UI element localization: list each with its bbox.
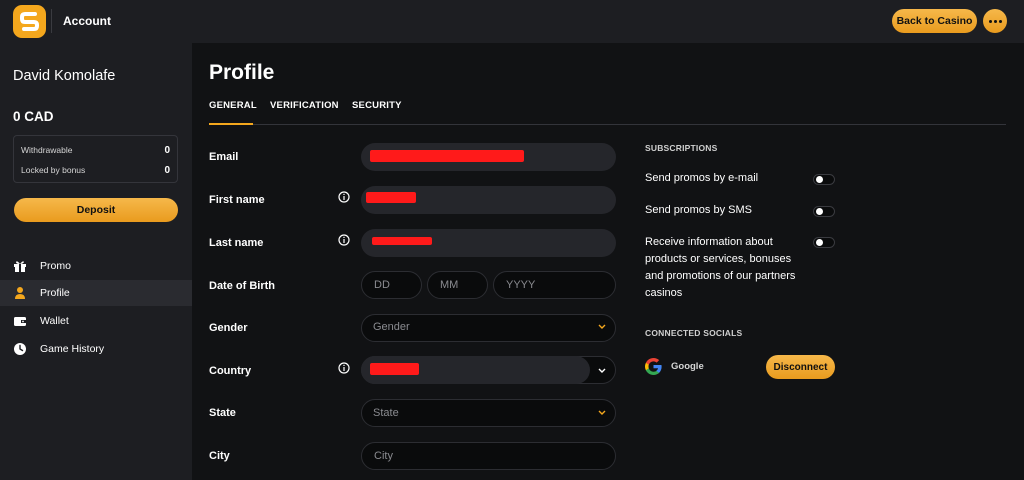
dob-month-input[interactable]: [427, 271, 488, 299]
sidebar-item-label: Wallet: [40, 315, 69, 327]
locked-label: Locked by bonus: [21, 165, 86, 175]
tabs-divider: [209, 124, 1006, 125]
gift-icon: [14, 261, 26, 272]
locked-row: Locked by bonus 0: [21, 165, 170, 179]
more-dots-icon[interactable]: [983, 9, 1007, 33]
country-label: Country: [209, 365, 252, 377]
balance-amount: 0 CAD: [13, 109, 54, 124]
connected-socials-heading: CONNECTED SOCIALS: [645, 328, 743, 338]
sub-partners-toggle[interactable]: [813, 237, 835, 248]
sub-email-toggle[interactable]: [813, 174, 835, 185]
gender-placeholder: Gender: [373, 321, 410, 333]
sidebar-item-wallet[interactable]: Wallet: [0, 308, 192, 334]
state-label: State: [209, 407, 236, 419]
back-to-casino-button[interactable]: Back to Casino: [892, 9, 977, 33]
clock-icon: [14, 343, 26, 355]
sub-email-label: Send promos by e-mail: [645, 172, 759, 184]
withdrawable-label: Withdrawable: [21, 145, 73, 155]
chevron-down-icon: [598, 410, 606, 415]
s-logo-icon[interactable]: [13, 5, 46, 38]
tab-general[interactable]: GENERAL: [209, 100, 257, 111]
top-bar: Account Back to Casino: [0, 0, 1024, 43]
tab-active-indicator: [209, 123, 253, 125]
sidebar: David Komolafe 0 CAD Withdrawable 0 Lock…: [0, 43, 192, 480]
sub-partners-label: Receive information about products or se…: [645, 236, 796, 299]
info-icon[interactable]: [338, 362, 350, 374]
dob-label: Date of Birth: [209, 280, 275, 292]
sidebar-item-label: Promo: [40, 260, 71, 272]
sidebar-item-promo[interactable]: Promo: [0, 253, 192, 279]
header-title: Account: [63, 14, 111, 28]
locked-value: 0: [164, 165, 170, 176]
redacted-last-name: [372, 237, 432, 245]
sidebar-item-game-history[interactable]: Game History: [0, 336, 192, 362]
sub-sms-toggle[interactable]: [813, 206, 835, 217]
deposit-button[interactable]: Deposit: [14, 198, 178, 222]
tab-security[interactable]: SECURITY: [352, 100, 402, 111]
redacted-country: [370, 363, 419, 375]
redacted-email: [370, 150, 524, 162]
google-label: Google: [671, 361, 704, 372]
wallet-icon: [14, 317, 26, 326]
tab-verification[interactable]: VERIFICATION: [270, 100, 339, 111]
state-select[interactable]: [361, 399, 616, 427]
chevron-down-icon: [598, 324, 606, 329]
balance-breakdown: Withdrawable 0 Locked by bonus 0: [13, 135, 178, 183]
city-input[interactable]: [361, 442, 616, 470]
google-icon: [645, 358, 662, 375]
sidebar-item-label: Game History: [40, 343, 105, 355]
first-name-label: First name: [209, 194, 265, 206]
sidebar-item-profile[interactable]: Profile: [0, 280, 192, 306]
page-title: Profile: [209, 61, 275, 84]
redacted-first-name: [366, 192, 416, 203]
gender-label: Gender: [209, 322, 248, 334]
disconnect-button[interactable]: Disconnect: [766, 355, 835, 379]
chevron-down-icon: [598, 368, 606, 373]
email-label: Email: [209, 151, 239, 163]
withdrawable-row: Withdrawable 0: [21, 145, 170, 159]
withdrawable-value: 0: [164, 145, 170, 156]
header-divider: [51, 9, 52, 33]
sidebar-item-label: Profile: [40, 287, 70, 299]
sub-sms-label: Send promos by SMS: [645, 204, 752, 216]
user-name: David Komolafe: [13, 68, 116, 84]
dob-day-input[interactable]: [361, 271, 422, 299]
info-icon[interactable]: [338, 191, 350, 203]
state-placeholder: State: [373, 407, 399, 419]
city-label: City: [209, 450, 230, 462]
info-icon[interactable]: [338, 234, 350, 246]
dob-year-input[interactable]: [493, 271, 616, 299]
subscriptions-heading: SUBSCRIPTIONS: [645, 143, 718, 153]
last-name-label: Last name: [209, 237, 264, 249]
user-icon: [15, 287, 25, 299]
